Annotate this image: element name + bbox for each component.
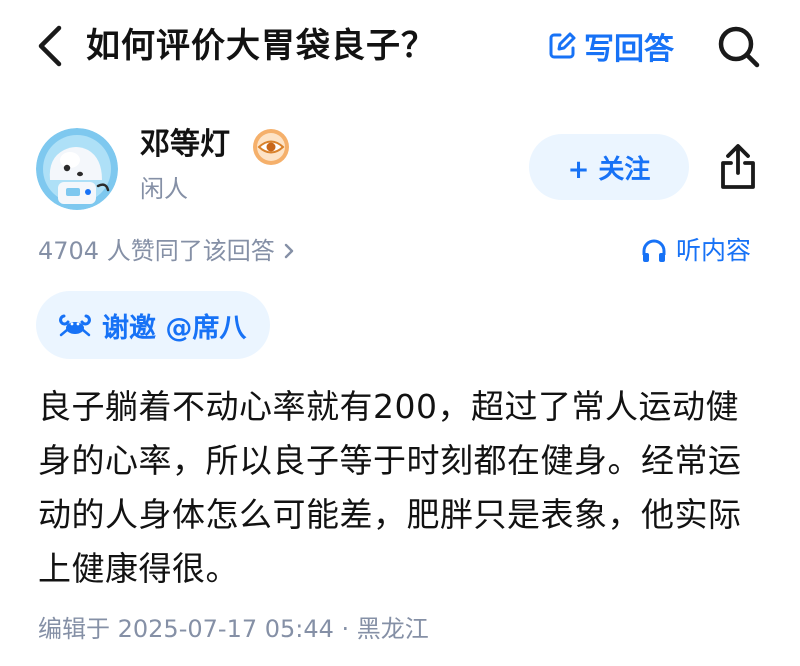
likes-count-link[interactable]: 4704 人赞同了该回答 bbox=[38, 234, 295, 268]
invite-tag[interactable]: 谢邀 @席八 bbox=[36, 291, 271, 359]
astronaut-avatar bbox=[36, 128, 118, 210]
author-name[interactable]: 邓等灯 bbox=[140, 124, 230, 166]
headphones-icon bbox=[642, 239, 666, 262]
chevron-left-icon bbox=[38, 25, 62, 67]
top-bar: 如何评价大胃袋良子？ 写回答 bbox=[0, 0, 800, 92]
follow-button[interactable]: + 关注 bbox=[529, 134, 689, 200]
eye-badge-icon[interactable] bbox=[252, 128, 290, 166]
back-button[interactable] bbox=[30, 22, 70, 70]
author-bio: 闲人 bbox=[140, 175, 188, 203]
write-answer-label: 写回答 bbox=[584, 32, 674, 67]
follow-label: + 关注 bbox=[567, 154, 651, 185]
page-title: 如何评价大胃袋良子？ bbox=[86, 26, 436, 66]
search-icon bbox=[718, 26, 760, 68]
crab-icon bbox=[59, 314, 91, 337]
answer-body: 良子躺着不动心率就有200，超过了常人运动健身的心率，所以良子等于时刻都在健身。… bbox=[38, 387, 742, 588]
listen-button[interactable]: 听内容 bbox=[640, 234, 751, 268]
likes-count: 4704 人赞同了该回答 bbox=[38, 237, 275, 265]
share-icon bbox=[721, 144, 755, 189]
edit-icon bbox=[549, 32, 576, 59]
search-button[interactable] bbox=[714, 22, 764, 72]
author-avatar[interactable] bbox=[36, 128, 118, 210]
write-answer-button[interactable]: 写回答 bbox=[546, 24, 674, 68]
edit-timestamp: 编辑于 2025-07-17 05:44 · 黑龙江 bbox=[38, 615, 429, 643]
chevron-right-icon bbox=[284, 243, 293, 259]
share-button[interactable] bbox=[714, 140, 762, 194]
invite-label: 谢邀 @席八 bbox=[102, 312, 247, 344]
listen-label: 听内容 bbox=[676, 236, 752, 265]
